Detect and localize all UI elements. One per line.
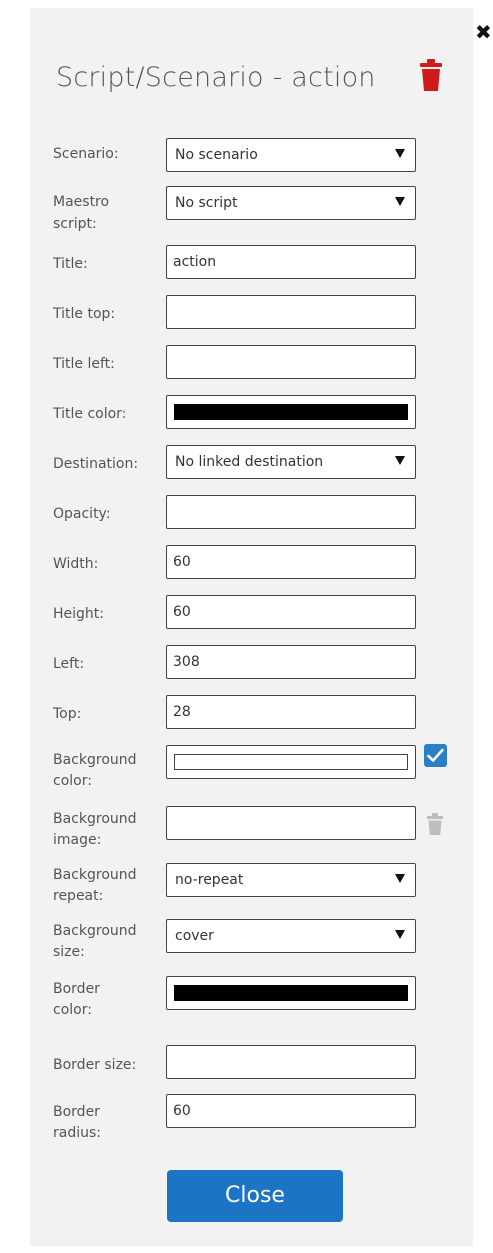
checkmark-icon[interactable] — [424, 744, 447, 767]
opacity-input[interactable] — [166, 495, 416, 529]
border-color-picker[interactable] — [166, 976, 416, 1010]
title-top-label: Title top: — [53, 306, 116, 322]
title-color-picker[interactable] — [166, 395, 416, 429]
border-radius-label-line2: radius: — [53, 1125, 101, 1141]
destination-select[interactable]: No linked destination — [166, 445, 416, 479]
title-left-label: Title left: — [53, 356, 115, 372]
left-input[interactable]: 308 — [166, 645, 416, 679]
chevron-down-icon — [395, 874, 405, 883]
trash-icon[interactable] — [420, 58, 442, 92]
bg-image-label-line2: image: — [53, 832, 102, 848]
chevron-down-icon — [395, 930, 405, 939]
border-size-input[interactable] — [166, 1045, 416, 1079]
border-radius-value: 60 — [173, 1103, 191, 1119]
title-color-swatch — [174, 404, 408, 420]
maestro-label-line2: script: — [53, 216, 97, 232]
border-color-swatch — [174, 985, 408, 1001]
height-label: Height: — [53, 606, 104, 622]
bg-repeat-label-line1: Background — [53, 867, 137, 883]
title-value: action — [173, 254, 217, 270]
width-value: 60 — [173, 554, 191, 570]
maestro-script-select[interactable]: No script — [166, 186, 416, 220]
destination-label: Destination: — [53, 456, 139, 472]
bg-repeat-select[interactable]: no-repeat — [166, 863, 416, 897]
top-value: 28 — [173, 704, 191, 720]
bg-image-label-line1: Background — [53, 811, 137, 827]
border-radius-input[interactable]: 60 — [166, 1094, 416, 1128]
title-color-label: Title color: — [53, 406, 127, 422]
destination-value: No linked destination — [175, 454, 324, 470]
border-radius-label-line1: Border — [53, 1104, 100, 1120]
dialog-title: Script/Scenario - action — [56, 62, 376, 93]
height-value: 60 — [173, 604, 191, 620]
bg-color-label-line1: Background — [53, 752, 137, 768]
bg-size-value: cover — [175, 928, 214, 944]
scenario-select[interactable]: No scenario — [166, 138, 416, 172]
left-label: Left: — [53, 656, 85, 672]
bg-repeat-value: no-repeat — [175, 872, 244, 888]
left-value: 308 — [173, 654, 200, 670]
bg-image-input[interactable] — [166, 806, 416, 840]
title-top-input[interactable] — [166, 295, 416, 329]
bg-color-picker[interactable] — [166, 745, 416, 779]
chevron-down-icon — [395, 456, 405, 465]
bg-size-select[interactable]: cover — [166, 919, 416, 953]
border-size-label: Border size: — [53, 1057, 137, 1073]
title-left-input[interactable] — [166, 345, 416, 379]
opacity-label: Opacity: — [53, 506, 111, 522]
border-color-label-line1: Border — [53, 981, 100, 997]
scenario-value: No scenario — [175, 147, 258, 163]
chevron-down-icon — [395, 197, 405, 206]
title-input[interactable]: action — [166, 245, 416, 279]
bg-repeat-label-line2: repeat: — [53, 888, 104, 904]
top-input[interactable]: 28 — [166, 695, 416, 729]
chevron-down-icon — [395, 149, 405, 158]
maestro-value: No script — [175, 195, 238, 211]
maestro-label-line1: Maestro — [53, 194, 110, 210]
bg-size-label-line2: size: — [53, 944, 85, 960]
close-icon[interactable]: ✖ — [475, 22, 492, 42]
top-label: Top: — [53, 706, 82, 722]
title-label: Title: — [53, 256, 88, 272]
bg-color-label-line2: color: — [53, 773, 92, 789]
height-input[interactable]: 60 — [166, 595, 416, 629]
close-button[interactable]: Close — [167, 1170, 343, 1222]
width-input[interactable]: 60 — [166, 545, 416, 579]
width-label: Width: — [53, 556, 99, 572]
trash-icon[interactable] — [427, 813, 443, 835]
scenario-label: Scenario: — [53, 146, 119, 162]
bg-color-swatch — [174, 754, 408, 770]
bg-size-label-line1: Background — [53, 923, 137, 939]
border-color-label-line2: color: — [53, 1002, 92, 1018]
